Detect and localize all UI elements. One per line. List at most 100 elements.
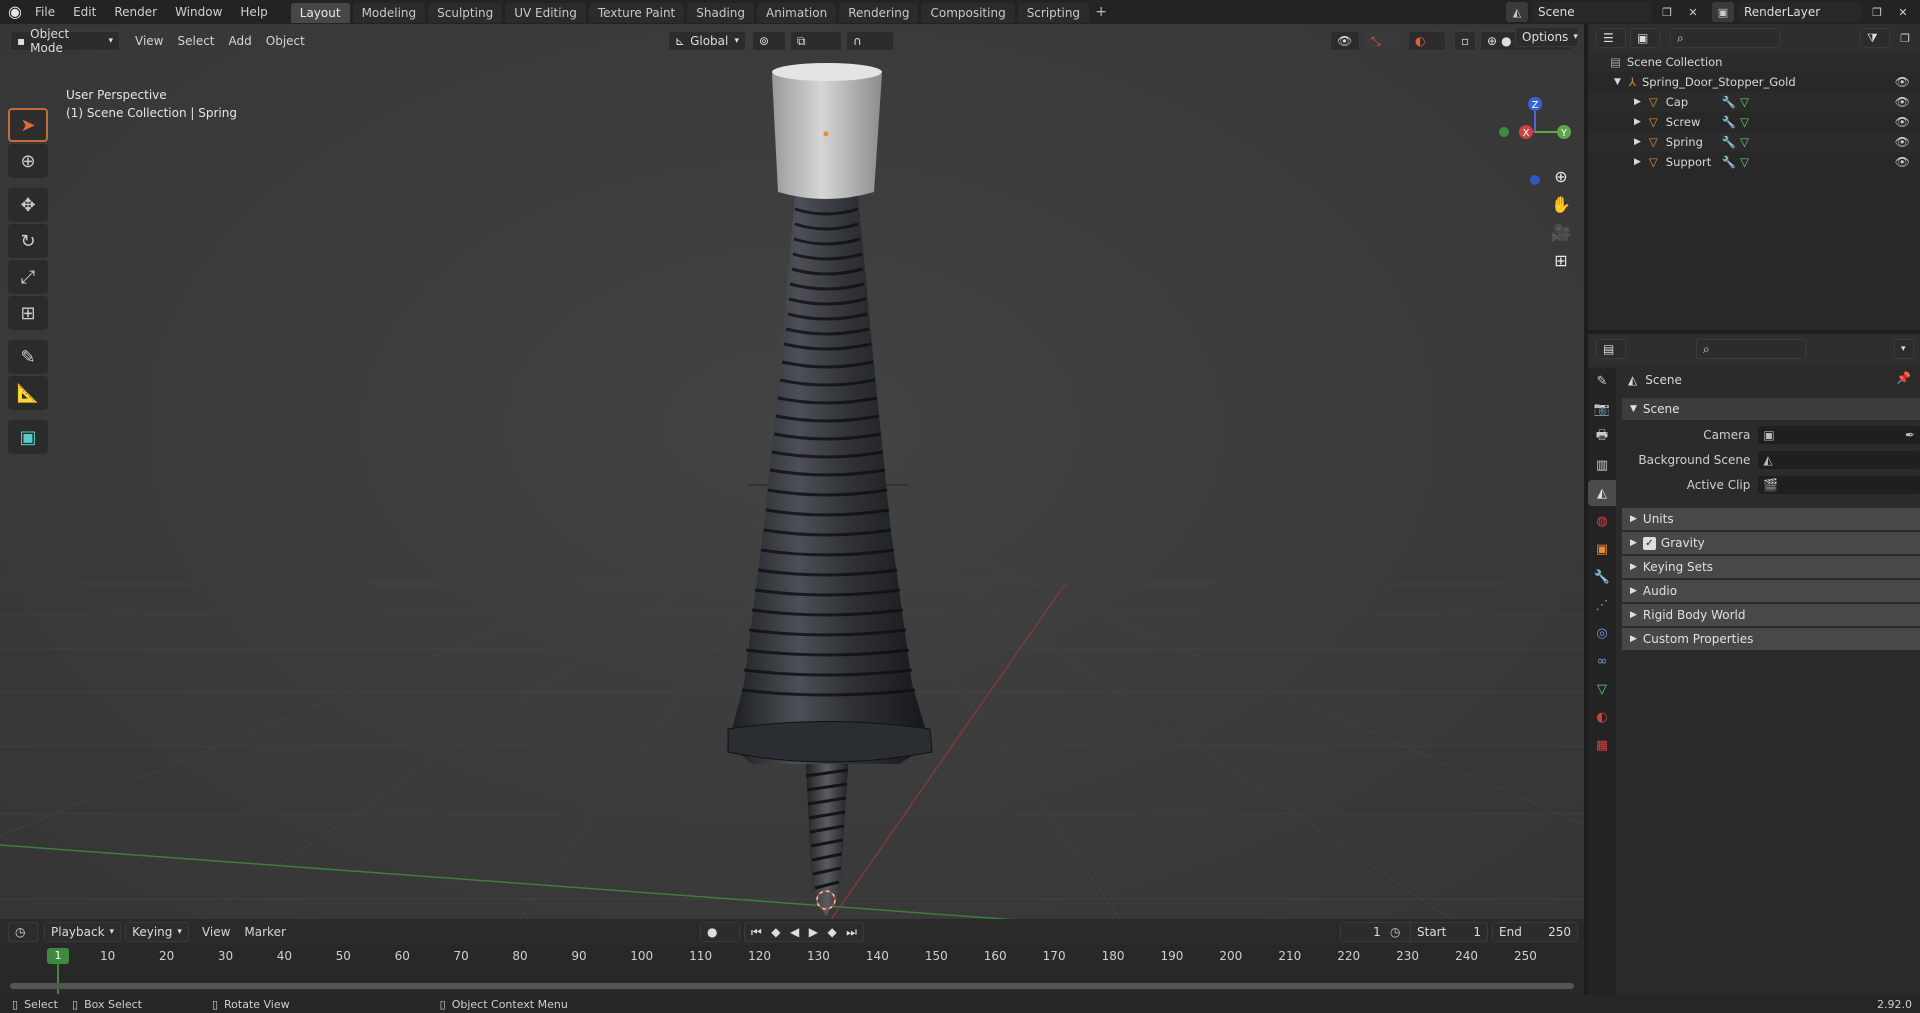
menu-render[interactable]: Render: [105, 0, 166, 24]
menu-object[interactable]: Object: [259, 34, 312, 48]
overlay-toggle[interactable]: ◐: [1408, 31, 1446, 51]
timeline-scrollbar[interactable]: [10, 983, 1574, 989]
tool-tab-icon[interactable]: ✎: [1588, 368, 1616, 394]
next-keyframe-icon[interactable]: ◆: [827, 925, 836, 939]
scale-tool[interactable]: ⤢: [8, 260, 48, 294]
mode-selector[interactable]: ▪ Object Mode ▾: [10, 27, 120, 55]
tab-compositing[interactable]: Compositing: [921, 3, 1015, 23]
properties-options[interactable]: ▾: [1894, 339, 1914, 359]
tab-modeling[interactable]: Modeling: [352, 3, 426, 23]
scene-browse-icon[interactable]: ◭: [1506, 2, 1528, 22]
physics-tab-icon[interactable]: ◎: [1588, 620, 1616, 646]
eye-icon[interactable]: 👁: [1895, 135, 1910, 149]
outliner-item-spring[interactable]: ▶ ▽ Spring 🔧 ▽ 👁: [1588, 132, 1920, 152]
outliner-collection[interactable]: ▼ ⅄ Spring_Door_Stopper_Gold 👁: [1588, 72, 1920, 92]
scene-panel-header[interactable]: ▼ Scene: [1622, 398, 1920, 420]
eye-icon[interactable]: 👁: [1895, 115, 1910, 129]
new-scene-icon[interactable]: ❐: [1656, 2, 1678, 22]
timeline-menu-view[interactable]: View: [195, 925, 237, 939]
3d-viewport[interactable]: ▪ Object Mode ▾ View Select Add Object ⊾…: [0, 24, 1584, 919]
pan-hand-icon[interactable]: ✋: [1546, 190, 1576, 218]
mesh-data-tab-icon[interactable]: ▽: [1588, 676, 1616, 702]
visibility-selector[interactable]: 👁: [1330, 31, 1360, 51]
end-frame-field[interactable]: End 250: [1492, 922, 1578, 942]
audio-panel-header[interactable]: ▶ Audio: [1622, 580, 1920, 602]
blender-logo-icon[interactable]: ◉: [4, 1, 26, 23]
filter-button[interactable]: ⧩: [1860, 28, 1890, 48]
add-workspace-icon[interactable]: +: [1092, 3, 1110, 23]
tab-animation[interactable]: Animation: [757, 3, 837, 23]
menu-edit[interactable]: Edit: [64, 0, 105, 24]
record-button[interactable]: ●: [700, 922, 740, 942]
move-tool[interactable]: ✥: [8, 188, 48, 222]
pin-icon[interactable]: 📌: [1896, 371, 1911, 385]
outliner-item-screw[interactable]: ▶ ▽ Screw 🔧 ▽ 👁: [1588, 112, 1920, 132]
custom-properties-panel-header[interactable]: ▶ Custom Properties: [1622, 628, 1920, 650]
eyedropper-icon[interactable]: ✒: [1905, 428, 1915, 442]
new-render-layer-icon[interactable]: ❐: [1866, 2, 1888, 22]
properties-editor-type[interactable]: ▤: [1596, 339, 1626, 359]
zoom-icon[interactable]: ⊕: [1546, 162, 1576, 190]
outliner-scene-collection[interactable]: ▤ Scene Collection: [1588, 52, 1920, 72]
menu-help[interactable]: Help: [231, 0, 276, 24]
rigid-body-world-panel-header[interactable]: ▶ Rigid Body World: [1622, 604, 1920, 626]
constraints-tab-icon[interactable]: ∞: [1588, 648, 1616, 674]
eye-icon[interactable]: 👁: [1895, 75, 1910, 89]
tab-texture-paint[interactable]: Texture Paint: [588, 3, 685, 23]
menu-add[interactable]: Add: [222, 34, 259, 48]
keying-menu[interactable]: Keying ▾: [125, 922, 189, 942]
render-tab-icon[interactable]: 📷: [1588, 396, 1616, 422]
tab-layout[interactable]: Layout: [290, 3, 350, 23]
expand-arrow-icon[interactable]: ▶: [1634, 117, 1641, 127]
transform-orientation-selector[interactable]: ⊾ Global ▾: [668, 31, 746, 51]
timeline-menu-marker[interactable]: Marker: [237, 925, 292, 939]
camera-field[interactable]: ▣ ✒: [1758, 426, 1920, 444]
world-tab-icon[interactable]: ◍: [1588, 508, 1616, 534]
playhead-marker[interactable]: 1: [47, 948, 69, 964]
output-tab-icon[interactable]: 🖶: [1588, 424, 1616, 450]
wireframe-shading-icon[interactable]: ⊕: [1487, 34, 1497, 48]
play-reverse-icon[interactable]: ◀: [790, 925, 799, 939]
jump-start-icon[interactable]: ⏮: [751, 925, 762, 940]
render-layer-selector[interactable]: RenderLayer: [1738, 2, 1862, 22]
grid-icon[interactable]: ⊞: [1546, 246, 1576, 274]
annotate-tool[interactable]: ✎: [8, 340, 48, 374]
render-layer-browse-icon[interactable]: ▣: [1712, 2, 1734, 22]
new-collection-icon[interactable]: ❐: [1894, 28, 1916, 48]
xray-toggle[interactable]: ▫: [1454, 31, 1476, 51]
cursor-tool[interactable]: ⊕: [8, 144, 48, 178]
keying-sets-panel-header[interactable]: ▶ Keying Sets: [1622, 556, 1920, 578]
remove-scene-icon[interactable]: ✕: [1682, 2, 1704, 22]
outliner-search[interactable]: ⌕: [1670, 28, 1780, 48]
object-tab-icon[interactable]: ▣: [1588, 536, 1616, 562]
editor-type-selector[interactable]: ◷: [8, 922, 38, 942]
camera-icon[interactable]: 🎥: [1546, 218, 1576, 246]
scene-selector[interactable]: Scene: [1532, 2, 1652, 22]
eye-icon[interactable]: 👁: [1895, 95, 1910, 109]
add-cube-tool[interactable]: ▣: [8, 420, 48, 454]
jump-end-icon[interactable]: ⏭: [846, 925, 857, 940]
outliner-item-cap[interactable]: ▶ ▽ Cap 🔧 ▽ 👁: [1588, 92, 1920, 112]
playback-menu[interactable]: Playback ▾: [44, 922, 122, 942]
play-icon[interactable]: ▶: [809, 925, 818, 939]
measure-tool[interactable]: 📐: [8, 376, 48, 410]
tab-sculpting[interactable]: Sculpting: [428, 3, 503, 23]
gizmo-toggle[interactable]: ⤡: [1364, 31, 1402, 51]
menu-window[interactable]: Window: [166, 0, 231, 24]
rotate-tool[interactable]: ↻: [8, 224, 48, 258]
tab-scripting[interactable]: Scripting: [1017, 3, 1090, 23]
pivot-selector[interactable]: ⊚: [752, 31, 786, 51]
tab-rendering[interactable]: Rendering: [839, 3, 919, 23]
outliner-editor-type[interactable]: ☰: [1596, 28, 1626, 48]
transform-tool[interactable]: ⊞: [8, 296, 48, 330]
gravity-panel-header[interactable]: ▶ ✓ Gravity: [1622, 532, 1920, 554]
texture-tab-icon[interactable]: ▦: [1588, 732, 1616, 758]
start-frame-field[interactable]: Start 1: [1410, 922, 1488, 942]
stopwatch-icon[interactable]: ◷: [1390, 925, 1410, 939]
gravity-checkbox[interactable]: ✓: [1642, 536, 1656, 550]
remove-render-layer-icon[interactable]: ✕: [1892, 2, 1914, 22]
prev-keyframe-icon[interactable]: ◆: [771, 925, 780, 939]
menu-file[interactable]: File: [26, 0, 64, 24]
active-clip-field[interactable]: 🎬: [1758, 476, 1920, 494]
scene-tab-icon[interactable]: ◭: [1588, 480, 1616, 506]
